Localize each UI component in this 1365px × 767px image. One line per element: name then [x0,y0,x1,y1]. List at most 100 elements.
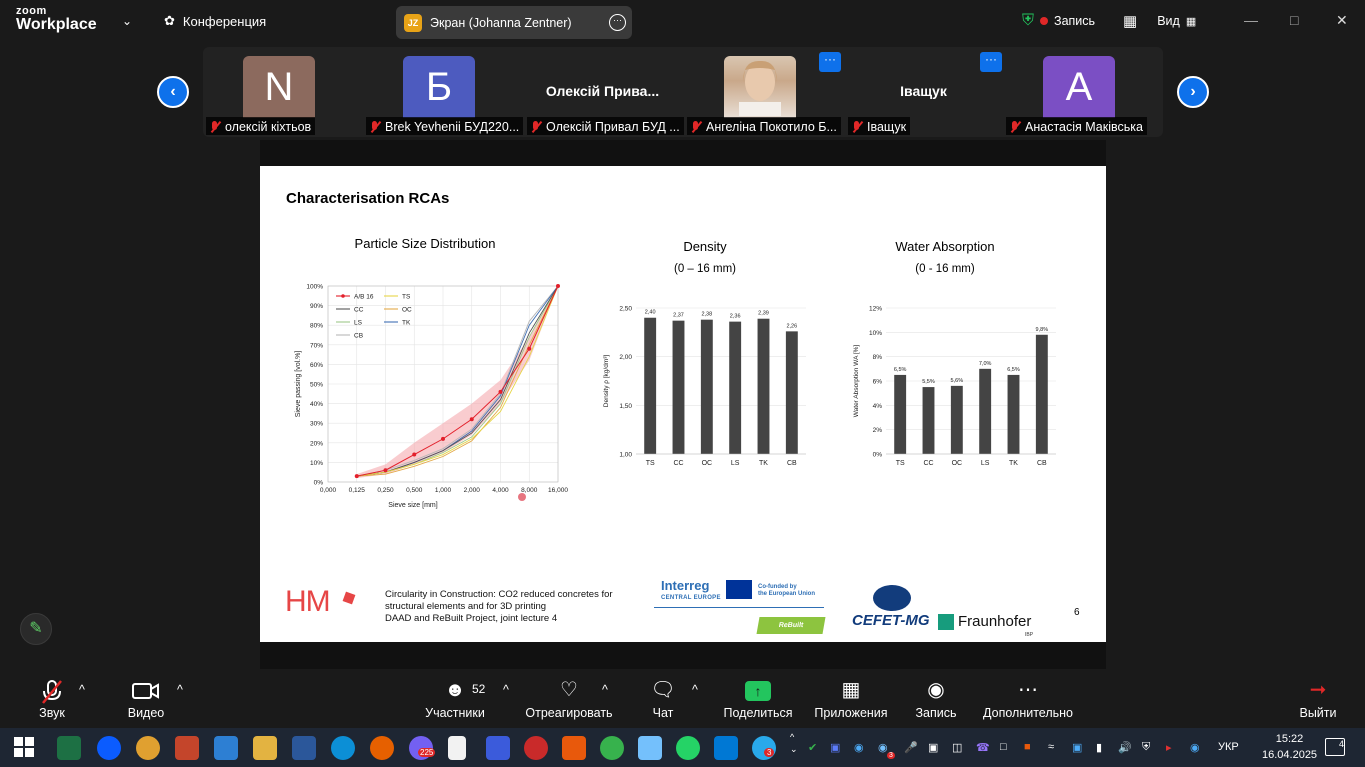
mic-muted-icon [530,120,542,133]
battery-icon[interactable]: ▮ [1096,741,1102,754]
participant-tile[interactable]: А Анастасія Маківська [1003,56,1160,136]
shield-tray-icon[interactable]: ⛨ [1142,741,1150,754]
data-point [441,436,445,441]
tile-more-button[interactable]: ··· [819,52,841,72]
participant-tile[interactable]: Іващук Іващук [845,56,1002,136]
data-point [527,346,532,351]
participant-name: Анастасія Маківська [1025,119,1143,134]
word-icon[interactable] [292,736,316,760]
tray-overflow-icon[interactable]: ^ ⌄ [790,731,798,755]
more-dots-icon: ⋯ [1018,679,1038,701]
whatsapp-icon[interactable] [676,736,700,760]
firefox-icon[interactable] [370,736,394,760]
tray-app2-icon[interactable]: ◉ [878,741,888,754]
chrome-icon[interactable] [136,736,160,760]
leave-button[interactable]: ➞ Выйти [1296,669,1340,728]
save-disk-icon[interactable] [486,736,510,760]
next-page-button[interactable]: › [1177,76,1209,108]
tray-folder-icon[interactable]: □ [1000,741,1007,753]
file-explorer-icon[interactable] [253,736,277,760]
x-tick-label: CB [1037,460,1047,467]
tray-box-icon[interactable]: ▣ [1072,741,1082,754]
usb-icon[interactable]: ◫ [952,741,962,754]
audio-button[interactable]: Звук [30,669,74,728]
fraunhofer-logo: Fraunhofer [938,613,1031,630]
rebuilt-logo: ReBuilt [756,617,826,634]
bar [785,331,798,454]
powerpoint-icon[interactable] [175,736,199,760]
tile-more-button[interactable]: ··· [980,52,1002,72]
clock-date: 16.04.2025 [1262,749,1318,761]
tray-check-icon[interactable]: ✔ [808,741,817,754]
participant-tile[interactable]: Ангеліна Покотило Б... [684,56,841,136]
laser-pointer-dot [518,493,526,501]
series-line [356,285,559,477]
chrome-profile-icon[interactable] [600,736,624,760]
share-button[interactable]: ↑ Поделиться [722,669,794,728]
wifi-icon[interactable]: ≈ [1048,741,1054,753]
avatar: А [1043,56,1115,118]
zoom-tray-icon[interactable]: ◉ [1190,741,1200,754]
microphone-icon[interactable]: 🎤 [904,741,918,754]
record-button[interactable]: ◉ Запись [912,669,960,728]
leave-icon: ➞ [1309,679,1327,701]
annotate-pencil-button[interactable]: ✎ [20,613,52,645]
app-s-icon[interactable] [562,736,586,760]
telegram-icon[interactable] [752,736,776,760]
y-tick-label: 0% [314,480,324,487]
zoom-app-icon[interactable] [97,736,121,760]
participants-button[interactable]: ☻ Участники [420,669,490,728]
maximize-icon[interactable]: □ [1290,12,1298,28]
prev-page-button[interactable]: ‹ [157,76,189,108]
notepad-icon[interactable] [448,736,466,760]
apps-button[interactable]: ▦ Приложения [812,669,890,728]
tray-app-icon[interactable]: ◉ [854,741,864,754]
excel-icon[interactable] [57,736,81,760]
x-tick-label: 8,000 [521,487,538,494]
chevron-right-icon: › [1190,83,1196,100]
record-indicator[interactable]: ⛨ Запись [1022,12,1095,30]
y-tick-label: 60% [310,362,323,369]
participant-tile[interactable]: N олексій кіхтьов [203,56,360,136]
meeting-info-button[interactable]: ✿ Конференция [164,13,266,29]
video-button[interactable]: Видео [122,669,170,728]
tray-s-icon[interactable]: ■ [1024,741,1031,753]
snagit-icon[interactable] [214,736,238,760]
viber-tray-icon[interactable]: ☎ [976,741,990,754]
whiteboard-icon[interactable] [714,736,738,760]
teams-icon[interactable]: ▣ [830,741,840,754]
windows-start-icon[interactable] [14,737,38,761]
heart-icon: ♡ [560,679,578,701]
eu-line2: the European Union [758,591,815,597]
participant-tile[interactable]: Олексій Прива... Олексій Привал БУД ... [524,56,684,136]
meeting-toolbar [0,669,1365,728]
speaker-muted-icon[interactable]: ▸ [1166,741,1172,754]
x-tick-label: TK [759,460,768,467]
leave-label: Выйти [1299,706,1337,720]
screen-share-pill[interactable]: JZ Экран (Johanna Zentner) ··· [396,6,632,39]
view-button[interactable]: ▦ Вид ▦ [1123,12,1196,30]
more-button[interactable]: ⋯ Дополнительно [980,669,1076,728]
app-red-icon[interactable] [524,736,548,760]
volume-icon[interactable]: 🔊 [1118,741,1132,754]
close-icon[interactable]: ✕ [1336,12,1348,29]
react-button[interactable]: ♡ Отреагировать [524,669,614,728]
title-bar: zoom Workplace ⌄ ✿ Конференция JZ Экран … [0,0,1365,44]
participant-tile[interactable]: Б Brek Yevhenii БУД220... [363,56,524,136]
bar [700,319,713,454]
x-tick-label: 1,000 [435,487,452,494]
chat-button[interactable]: 🗨 Чат [646,669,680,728]
chevron-down-icon[interactable]: ⌄ [122,14,132,28]
system-clock[interactable]: 15:22 16.04.2025 [1262,731,1317,763]
notifications-icon[interactable]: 4 [1325,738,1345,756]
minimize-icon[interactable]: — [1244,12,1258,28]
more-options-icon[interactable]: ··· [609,14,626,31]
ibp-text: IBP [1025,632,1034,638]
y-axis-label: Density ρ [kg/dm³] [603,355,610,408]
app-blue-icon[interactable] [638,736,662,760]
keyboard-layout[interactable]: УКР [1218,741,1239,753]
edge-icon[interactable] [331,736,355,760]
grading-envelope-band [356,286,558,479]
mic-muted-icon [209,120,221,133]
monitor-icon[interactable]: ▣ [928,741,938,754]
